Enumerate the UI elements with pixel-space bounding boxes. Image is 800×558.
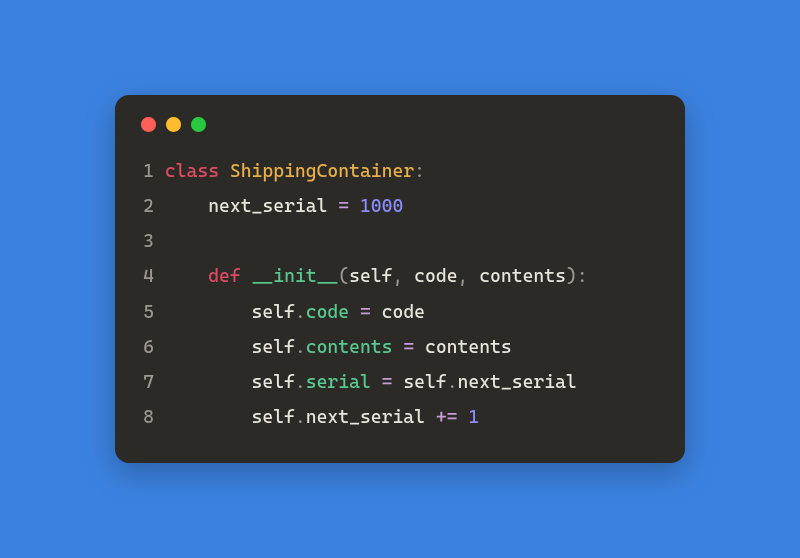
token-punct: ,: [392, 266, 403, 287]
code-line: 3: [141, 224, 659, 259]
token-self: self: [349, 266, 392, 287]
token-self: self: [165, 372, 295, 393]
token-fn: __init__: [252, 266, 339, 287]
token-self: self: [165, 302, 295, 323]
token-kw: def: [208, 266, 241, 287]
token-plain: [392, 337, 403, 358]
line-number: 6: [141, 330, 154, 365]
window-titlebar: [141, 117, 659, 132]
line-content: self.contents = contents: [165, 330, 512, 365]
token-punct: ,: [458, 266, 469, 287]
token-plain: [349, 302, 360, 323]
token-punct: .: [447, 372, 458, 393]
line-number: 2: [141, 189, 154, 224]
token-op: =: [338, 196, 349, 217]
code-line: 7 self.serial = self.next_serial: [141, 365, 659, 400]
code-line: 2 next_serial = 1000: [141, 189, 659, 224]
code-line: 5 self.code = code: [141, 295, 659, 330]
code-line: 4 def __init__(self, code, contents):: [141, 259, 659, 294]
token-plain: [349, 196, 360, 217]
token-plain: [371, 372, 382, 393]
token-plain: code: [371, 302, 425, 323]
editor-window: 1class ShippingContainer:2 next_serial =…: [115, 95, 685, 463]
token-op: =: [403, 337, 414, 358]
code-line: 8 self.next_serial += 1: [141, 400, 659, 435]
token-kw: class: [165, 161, 219, 182]
token-plain: [458, 407, 469, 428]
token-plain: [165, 266, 208, 287]
token-punct: .: [295, 337, 306, 358]
token-punct: .: [295, 372, 306, 393]
token-plain: [219, 161, 230, 182]
token-plain: [241, 266, 252, 287]
token-punct: .: [295, 407, 306, 428]
token-plain: contents: [468, 266, 566, 287]
token-op: =: [360, 302, 371, 323]
line-number: 4: [141, 259, 154, 294]
code-line: 1 class ShippingContainer:: [141, 154, 659, 189]
code-editor[interactable]: 1class ShippingContainer:2 next_serial =…: [141, 154, 659, 435]
token-cls: ShippingContainer: [230, 161, 414, 182]
line-content: def __init__(self, code, contents):: [165, 259, 588, 294]
close-icon[interactable]: [141, 117, 156, 132]
token-fn: code: [306, 302, 349, 323]
line-number: 5: [141, 295, 154, 330]
token-self: self: [165, 337, 295, 358]
token-plain: contents: [414, 337, 512, 358]
token-plain: [425, 407, 436, 428]
line-number: 3: [141, 224, 154, 259]
line-number: 7: [141, 365, 154, 400]
code-line: 6 self.contents = contents: [141, 330, 659, 365]
token-op: =: [382, 372, 393, 393]
token-plain: next_serial: [458, 372, 577, 393]
token-plain: next_serial: [306, 407, 425, 428]
token-fn: contents: [306, 337, 393, 358]
line-number: 8: [141, 400, 154, 435]
line-content: self.serial = self.next_serial: [165, 365, 577, 400]
token-op: +=: [436, 407, 458, 428]
token-plain: next_serial: [165, 196, 338, 217]
token-punct: :: [414, 161, 425, 182]
token-num: 1: [468, 407, 479, 428]
token-num: 1000: [360, 196, 403, 217]
token-punct: (: [338, 266, 349, 287]
token-self: self: [165, 407, 295, 428]
line-content: self.next_serial += 1: [165, 400, 479, 435]
line-content: self.code = code: [165, 295, 425, 330]
token-punct: ): [566, 266, 577, 287]
token-punct: .: [295, 302, 306, 323]
minimize-icon[interactable]: [166, 117, 181, 132]
token-fn: serial: [306, 372, 371, 393]
token-self: self: [392, 372, 446, 393]
zoom-icon[interactable]: [191, 117, 206, 132]
token-punct: :: [577, 266, 588, 287]
line-content: class ShippingContainer:: [165, 154, 425, 189]
line-number: 1: [141, 154, 154, 189]
token-plain: code: [403, 266, 457, 287]
line-content: next_serial = 1000: [165, 189, 403, 224]
